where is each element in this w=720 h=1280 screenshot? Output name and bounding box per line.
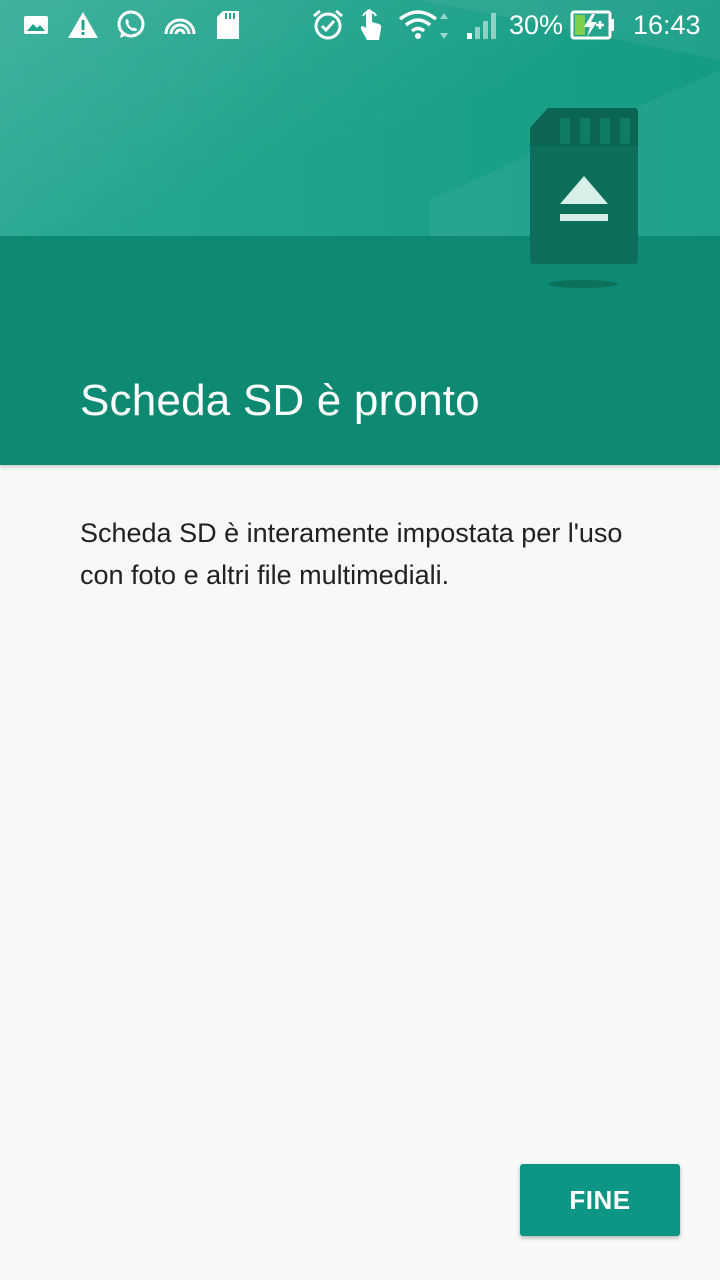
done-button[interactable]: FINE	[520, 1164, 680, 1236]
message-text: Scheda SD è interamente impostata per l'…	[80, 518, 623, 590]
header-band	[0, 236, 720, 465]
wifi-icon	[398, 8, 456, 42]
touch-icon	[356, 8, 386, 42]
battery-percent: 30%	[509, 10, 564, 40]
signal-icon	[462, 8, 502, 42]
sd-card-eject-icon	[528, 106, 640, 266]
page-title: Scheda SD è pronto	[80, 376, 480, 425]
whatsapp-icon	[114, 8, 148, 42]
alarm-icon	[310, 8, 346, 42]
sd-card-shadow	[548, 280, 618, 288]
image-icon	[22, 8, 50, 42]
sd-card-icon	[214, 8, 242, 42]
status-bar: 30% 16:43	[0, 0, 720, 50]
hotspot-icon	[162, 8, 198, 42]
header: 30% 16:43 Scheda SD è pronto	[0, 0, 720, 465]
battery-charging-icon	[570, 8, 616, 42]
clock: 16:43	[633, 10, 701, 40]
warning-icon	[66, 8, 100, 42]
